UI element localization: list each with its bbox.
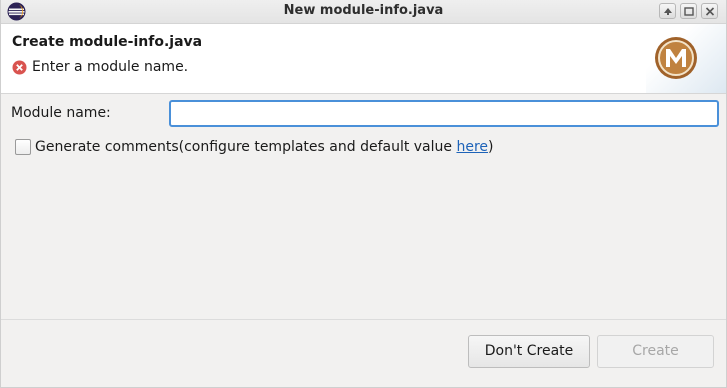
maximize-icon xyxy=(684,7,694,16)
module-banner-icon xyxy=(655,37,697,79)
dialog-window: New module-info.java Create module-info.… xyxy=(0,0,727,388)
generate-comments-text: Generate comments(configure templates an… xyxy=(35,139,457,155)
dont-create-button[interactable]: Don't Create xyxy=(468,335,590,368)
close-icon xyxy=(705,7,715,16)
wizard-banner xyxy=(646,24,726,93)
arrow-up-icon xyxy=(664,8,672,15)
generate-comments-suffix: ) xyxy=(488,139,494,155)
module-name-label: Module name: xyxy=(11,105,111,121)
maximize-button[interactable] xyxy=(680,3,697,19)
close-button[interactable] xyxy=(701,3,718,19)
window-title: New module-info.java xyxy=(283,3,444,18)
title-bar[interactable]: New module-info.java xyxy=(1,0,726,24)
generate-comments-checkbox[interactable] xyxy=(15,139,31,155)
dialog-header: Create module-info.java Enter a module n… xyxy=(1,24,726,94)
error-message: Enter a module name. xyxy=(32,59,189,75)
shade-button[interactable] xyxy=(659,3,676,19)
module-name-input[interactable] xyxy=(169,100,719,127)
button-bar-divider xyxy=(1,319,726,320)
dialog-heading: Create module-info.java xyxy=(12,34,203,50)
error-icon xyxy=(12,60,27,75)
generate-comments-label: Generate comments(configure templates an… xyxy=(35,139,494,155)
create-button[interactable]: Create xyxy=(597,335,714,368)
configure-templates-link[interactable]: here xyxy=(456,139,488,155)
